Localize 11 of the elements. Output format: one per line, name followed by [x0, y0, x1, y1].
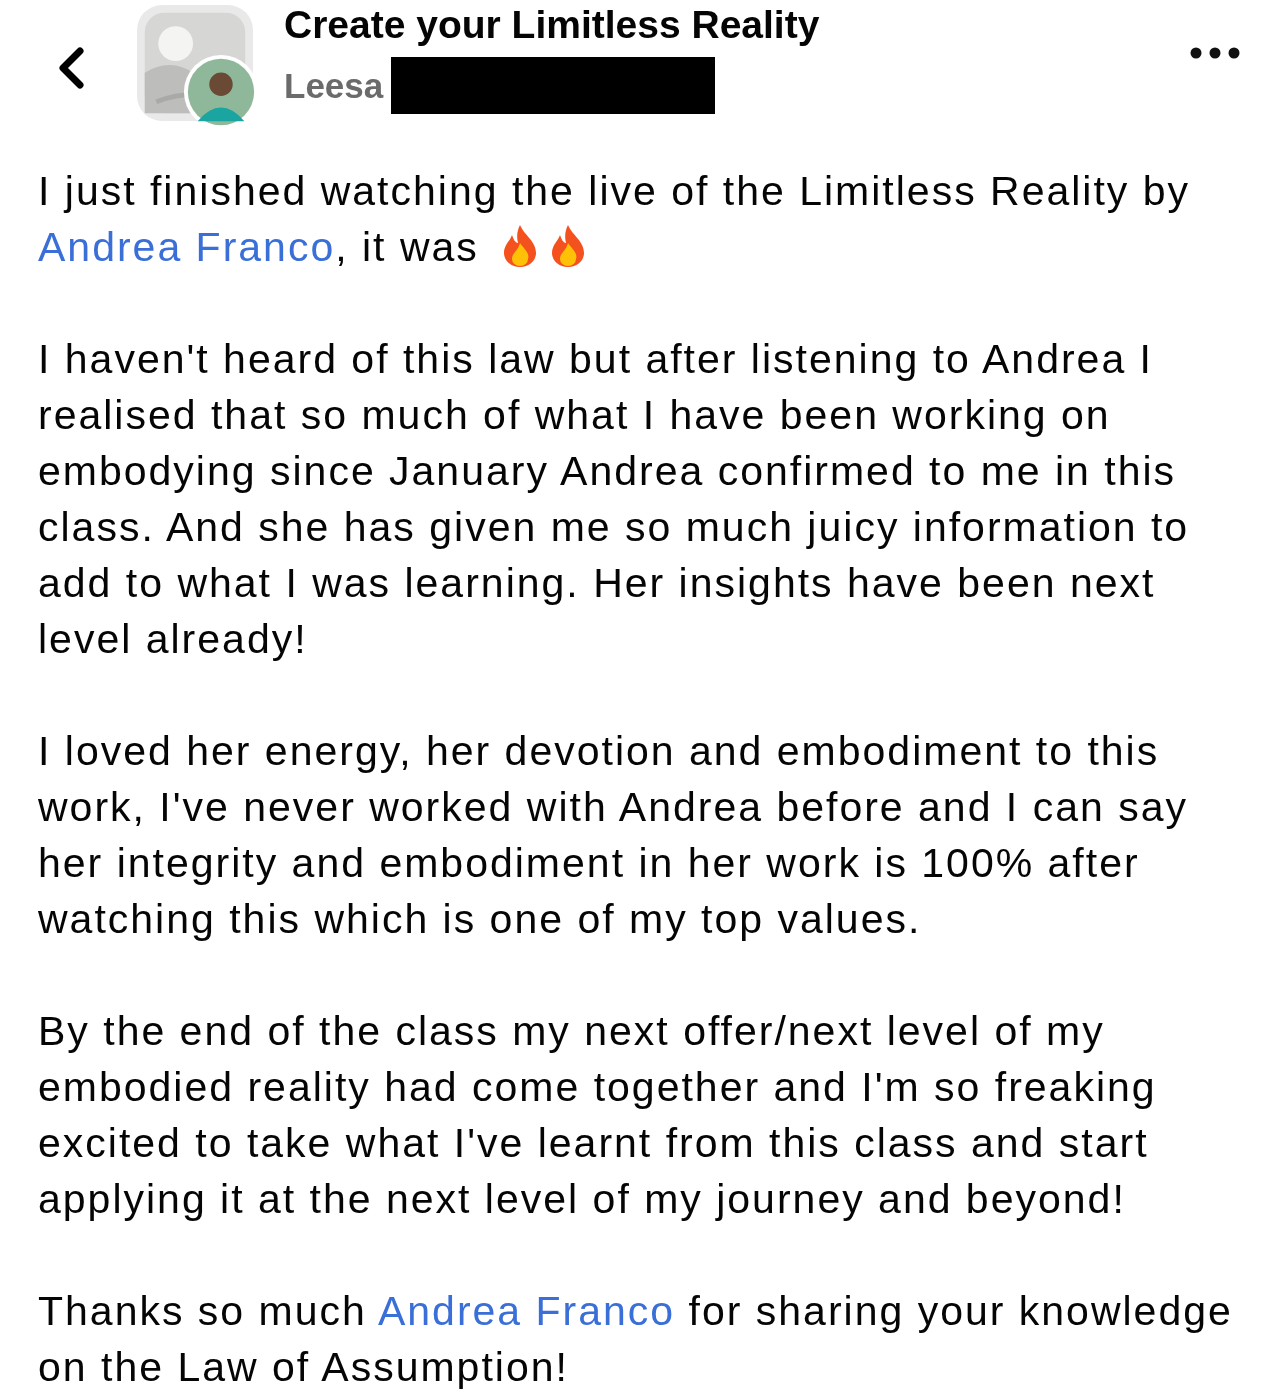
post-paragraph: I haven't heard of this law but after listening to Andrea I realised that so much of what I have been working on embodying since January Andrea confirmed to me in this class. And she has given me so much juicy information to add to what I was learning. Her insights have been next level already!: [38, 335, 1191, 664]
post-paragraph: Thanks so much Andrea Franco for sharing your knowledge on the Law of Assumption!: [38, 1287, 1234, 1392]
post-paragraph: I just finished watching the live of the Limitless Reality by Andrea Franco, it was: [38, 167, 1192, 272]
mention-link[interactable]: Andrea Franco: [38, 224, 336, 270]
post-paragraph: I loved her energy, her devotion and embodiment to this work, I've never worked with Andrea before and I can say her integrity and embodiment in her work is 100% after watching this which is one of my top values.: [38, 727, 1189, 944]
mention-link[interactable]: Andrea Franco: [377, 1288, 676, 1334]
author-name[interactable]: Leesa: [284, 65, 384, 106]
more-icon[interactable]: [1190, 46, 1240, 59]
back-icon[interactable]: [56, 46, 86, 89]
group-title[interactable]: Create your Limitless Reality: [284, 3, 1190, 47]
post-paragraph: By the end of the class my next offer/next level of my embodied reality had come together and I'm so freaking excited to take what I've learnt from this class and start applying it at the next level of my journey and beyond!: [38, 1007, 1158, 1224]
